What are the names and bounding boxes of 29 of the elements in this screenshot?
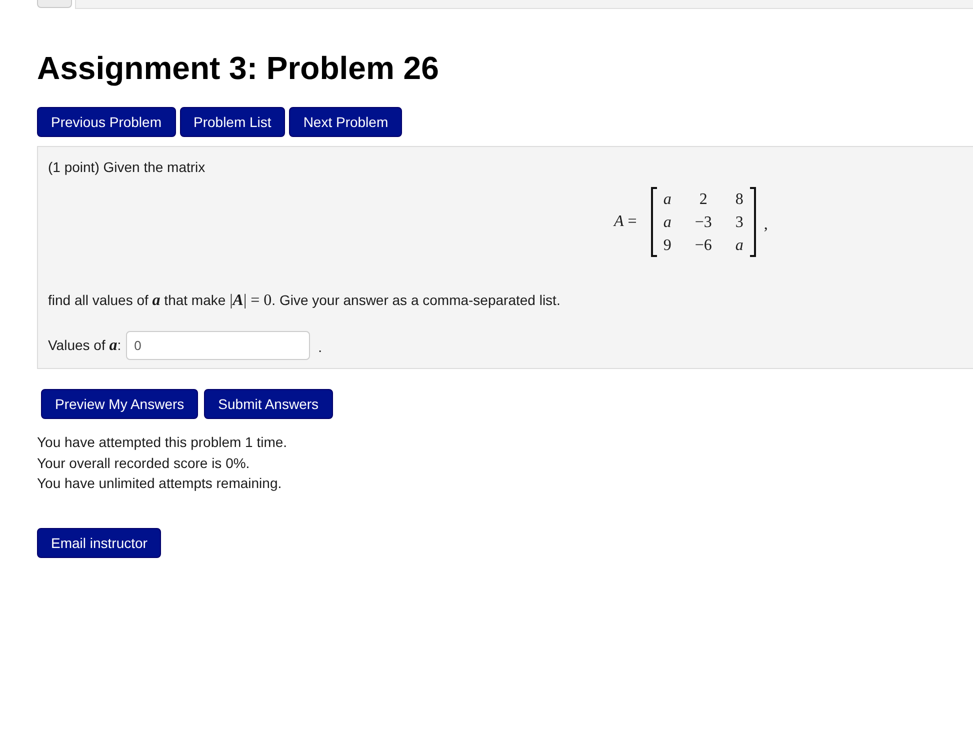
- answer-button[interactable]: Submit Answers: [204, 389, 333, 419]
- nav-button[interactable]: Problem List: [180, 107, 286, 137]
- right-bracket-icon: [750, 187, 756, 257]
- status-line: You have unlimited attempts remaining.: [37, 474, 282, 493]
- matrix-cell-text: 2: [699, 190, 708, 210]
- answer-button[interactable]: Preview My Answers: [41, 389, 198, 419]
- matrix-cell-text: −3: [694, 212, 712, 232]
- answer-input[interactable]: 0: [126, 331, 310, 360]
- page-title: Assignment 3: Problem 26: [37, 49, 439, 87]
- nav-button[interactable]: Previous Problem: [37, 107, 176, 137]
- problem-intro-text: (1 point) Given the matrix: [48, 158, 206, 177]
- matrix-label: A =: [614, 212, 637, 232]
- matrix-cell-text: 8: [735, 190, 744, 210]
- comma-text: ,: [764, 215, 768, 235]
- toolbar-button[interactable]: [37, 0, 72, 8]
- matrix-cell-text: a: [663, 190, 672, 210]
- nav-button[interactable]: Next Problem: [289, 107, 402, 137]
- instruction-text: find all values of a that make |A| = 0. Give your answer as a comma-separated list.: [48, 291, 560, 311]
- matrix-cell-text: a: [735, 236, 744, 256]
- answer-label: Values of a:: [48, 336, 122, 356]
- left-bracket-icon: [650, 187, 657, 257]
- matrix-cell-text: 3: [735, 212, 744, 232]
- email-instructor-button[interactable]: Email instructor: [37, 528, 162, 558]
- status-line: Your overall recorded score is 0%.: [37, 454, 250, 472]
- matrix-cell-text: 9: [663, 236, 672, 256]
- matrix-cell-text: a: [663, 212, 672, 232]
- period-text: .: [318, 338, 322, 357]
- matrix-cell-text: −6: [694, 236, 712, 256]
- status-line: You have attempted this problem 1 time.: [37, 433, 288, 452]
